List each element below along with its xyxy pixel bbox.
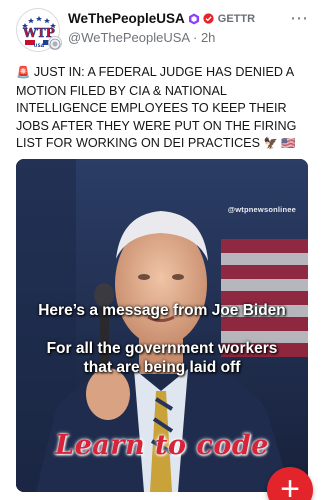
- image-caption-line2: For all the government workers that are …: [16, 339, 308, 377]
- post-card[interactable]: WTP USA WeThePeopleUSA GETTR @WeThePeopl…: [0, 0, 323, 500]
- image-caption-line2b: that are being laid off: [83, 359, 241, 376]
- seal-badge-icon: [48, 36, 62, 50]
- image-caption-line1: Here’s a message from Joe Biden: [38, 302, 286, 319]
- create-post-button[interactable]: +: [267, 467, 313, 500]
- verified-hexagon-icon: [188, 13, 199, 24]
- platform-label: GETTR: [217, 12, 256, 25]
- post-image[interactable]: @wtpnewsonlinee Here’s a message from Jo…: [16, 159, 308, 492]
- plus-icon: +: [280, 470, 300, 500]
- alert-emoji: 🚨: [16, 67, 31, 79]
- more-options-icon[interactable]: ⋯: [290, 8, 309, 29]
- verified-check-icon: [203, 13, 214, 24]
- image-caption-line2a: For all the government workers: [46, 340, 278, 357]
- author-name[interactable]: WeThePeopleUSA: [68, 11, 185, 26]
- post-text: 🚨 JUST IN: A FEDERAL JUDGE HAS DENIED A …: [16, 64, 308, 154]
- post-body: JUST IN: A FEDERAL JUDGE HAS DENIED A MO…: [16, 65, 297, 151]
- avatar-logo-sub: USA: [34, 43, 45, 49]
- separator-dot: ·: [192, 30, 198, 45]
- author-name-row: WeThePeopleUSA GETTR: [68, 11, 255, 26]
- author-handle[interactable]: @WeThePeopleUSA: [68, 30, 189, 45]
- trailing-emojis: 🦅 🇺🇸: [263, 138, 296, 151]
- image-caption-script: Learn to code: [55, 430, 269, 461]
- post-time: 2h: [200, 30, 216, 45]
- handle-row: @WeThePeopleUSA · 2h: [68, 30, 215, 45]
- image-watermark: @wtpnewsonlinee: [227, 205, 296, 214]
